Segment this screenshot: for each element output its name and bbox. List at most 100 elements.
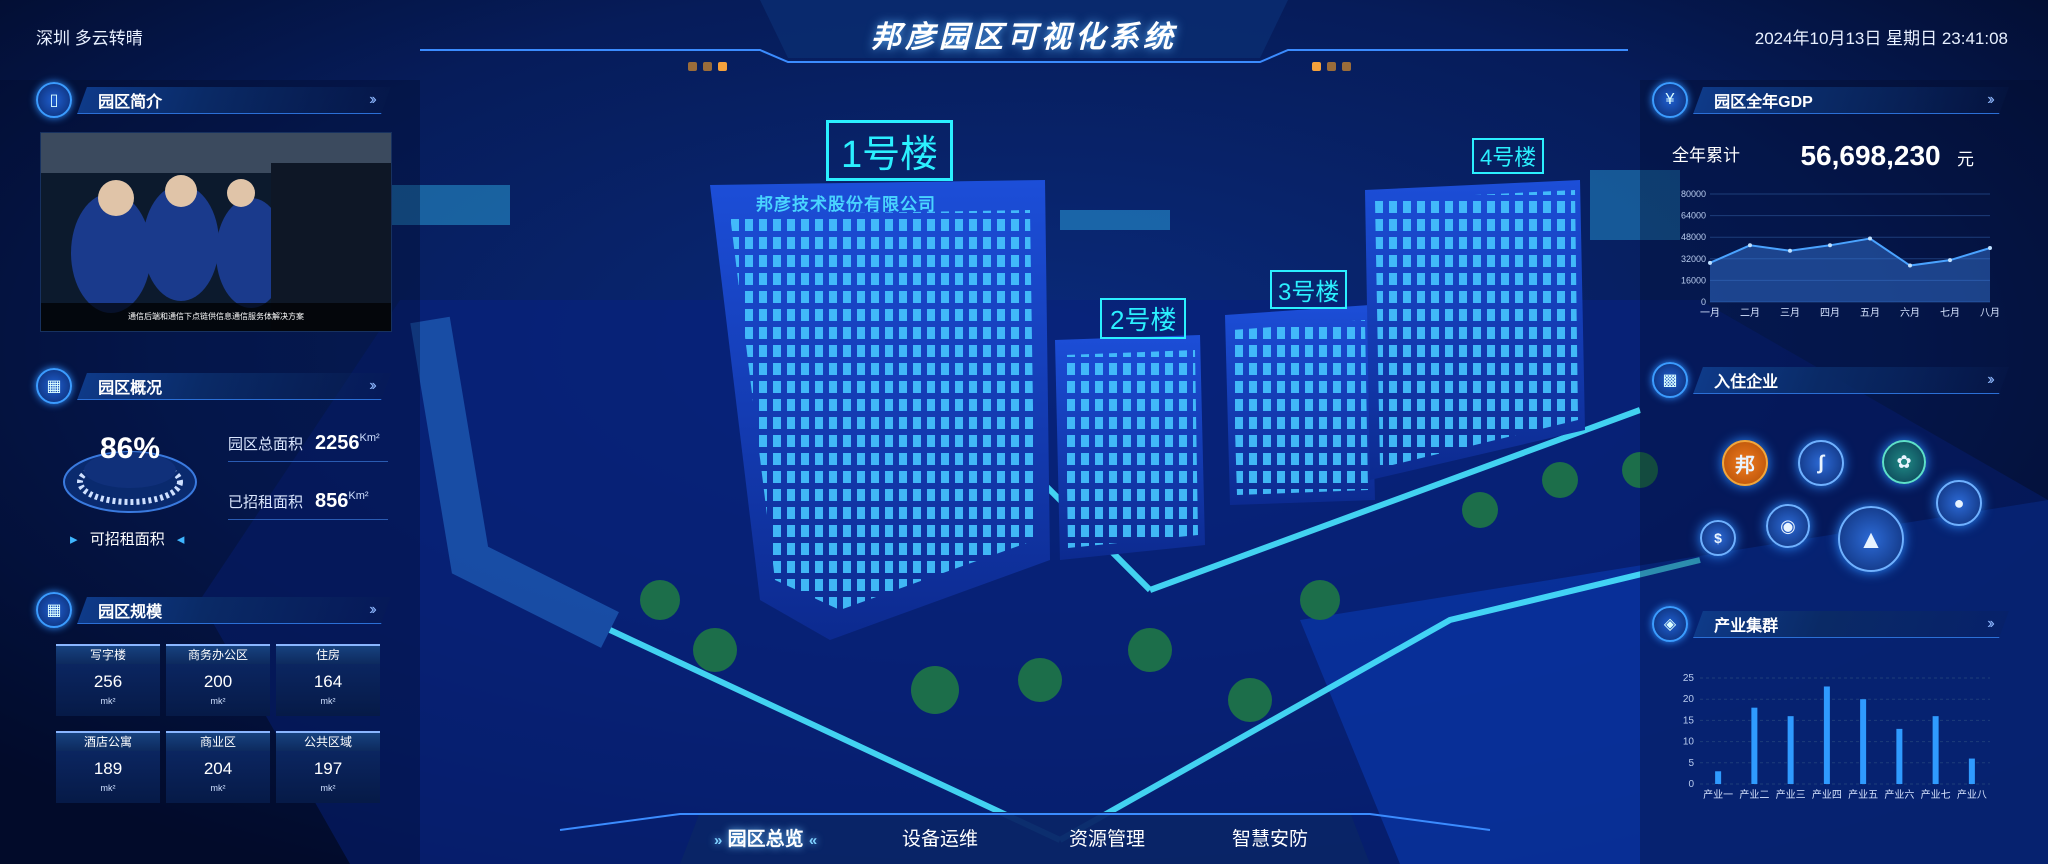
coin-icon: ¥ <box>1652 82 1688 118</box>
scale-value: 256 <box>93 672 123 691</box>
x-tick-label: 七月 <box>1940 307 1960 319</box>
y-tick-label: 48000 <box>1681 232 1706 242</box>
datetime: 2024年10月13日 星期日 23:41:08 <box>1754 29 2008 48</box>
scale-unit: mk² <box>210 783 226 793</box>
scale-label: 住房 <box>276 644 380 664</box>
building-icon: ▦ <box>36 368 72 404</box>
x-tick-label: 三月 <box>1780 307 1800 319</box>
scale-card-office: 写字楼 256 mk² <box>56 644 160 716</box>
gdp-point <box>1948 258 1952 263</box>
expand-arrows-icon[interactable]: ›› <box>1988 371 1993 389</box>
chevron-right-icon: » <box>714 832 723 849</box>
y-tick-label: 15 <box>1683 715 1695 726</box>
scale-label: 商业区 <box>166 731 270 751</box>
rented-area-row: 已招租面积 856Km² <box>228 490 388 520</box>
scale-label: 写字楼 <box>56 644 160 664</box>
y-tick-label: 80000 <box>1681 189 1706 199</box>
gdp-point <box>1748 243 1752 248</box>
x-tick-label: 五月 <box>1860 307 1880 319</box>
x-tick-label: 产业七 <box>1921 788 1951 801</box>
building-4-label[interactable]: 4号楼 <box>1472 138 1545 174</box>
enterprise-logo-feather-icon[interactable]: ▲ <box>1838 506 1904 572</box>
industry-bar <box>1896 728 1903 784</box>
scale-card-hotel: 酒店公寓 189 mk² <box>56 731 160 803</box>
scale-title: 园区规模 <box>98 603 163 621</box>
scale-label: 公共区域 <box>276 731 380 751</box>
scale-unit: mk² <box>210 696 226 706</box>
y-tick-label: 5 <box>1688 758 1694 769</box>
x-tick-label: 产业六 <box>1884 788 1914 801</box>
total-area-unit: Km² <box>359 432 380 444</box>
building-1-sign: 邦彦技术股份有限公司 <box>756 195 936 214</box>
nav-overview[interactable]: » 园区总览 « <box>714 824 817 851</box>
expand-arrows-icon[interactable]: ›› <box>1988 615 1993 633</box>
enterprise-logo-leaf-icon[interactable]: ✿ <box>1882 440 1926 484</box>
industry-bar <box>1860 699 1867 784</box>
nav-equipment[interactable]: 设备运维 <box>902 824 978 851</box>
expand-arrows-icon[interactable]: ›› <box>370 377 375 395</box>
cube-icon: ◈ <box>1652 606 1688 642</box>
gdp-point <box>1788 248 1792 253</box>
enterprises-panel-header: ▩ 入住企业 ›› <box>1652 362 2009 398</box>
nav-resources[interactable]: 资源管理 <box>1069 824 1145 851</box>
enterprise-logo-s-icon[interactable]: ∫ <box>1798 440 1844 486</box>
scale-panel-header: ▦ 园区规模 ›› <box>36 592 391 628</box>
scale-value: 197 <box>313 759 343 778</box>
x-tick-label: 产业四 <box>1812 788 1842 801</box>
scale-label: 酒店公寓 <box>56 731 160 751</box>
gdp-total-row: 全年累计 56,698,230 元 <box>1672 140 2002 172</box>
scale-unit: mk² <box>320 696 336 706</box>
gdp-title: 园区全年GDP <box>1714 93 1813 111</box>
gdp-point <box>1868 236 1872 241</box>
y-tick-label: 64000 <box>1681 211 1706 221</box>
enterprise-logo-bangyan[interactable]: 邦 <box>1722 440 1768 486</box>
y-tick-label: 0 <box>1701 297 1706 307</box>
chevron-left-icon: « <box>808 832 818 849</box>
gdp-total-unit: 元 <box>1957 150 1975 169</box>
expand-arrows-icon[interactable]: ›› <box>370 601 375 619</box>
x-tick-label: 产业三 <box>1776 788 1806 801</box>
scale-card-housing: 住房 164 mk² <box>276 644 380 716</box>
video-frame <box>41 133 391 331</box>
x-tick-label: 六月 <box>1900 307 1920 319</box>
intro-panel-header: ▯ 园区简介 ›› <box>36 82 391 118</box>
x-tick-label: 一月 <box>1700 307 1720 319</box>
gdp-total-value: 56,698,230 <box>1800 140 1941 171</box>
enterprise-logo-github-icon[interactable]: ◉ <box>1766 504 1810 548</box>
gdp-point <box>1708 260 1712 265</box>
bottom-nav: » 园区总览 « 设备运维 资源管理 智慧安防 <box>680 810 1370 864</box>
intro-title: 园区简介 <box>98 93 163 111</box>
x-tick-label: 二月 <box>1740 307 1760 319</box>
rented-area-label: 已招租面积 <box>228 494 304 511</box>
y-tick-label: 10 <box>1683 737 1695 748</box>
y-tick-label: 16000 <box>1681 275 1706 285</box>
building-2-label[interactable]: 2号楼 <box>1100 298 1187 339</box>
gdp-total-label: 全年累计 <box>1672 146 1740 165</box>
industry-bar <box>1751 707 1758 784</box>
building-1-label[interactable]: 1号楼 <box>826 120 954 181</box>
enterprise-logo-dollar-icon[interactable]: $ <box>1700 520 1736 556</box>
enterprise-logo-cat-icon[interactable]: ● <box>1936 480 1982 526</box>
header-dots-left <box>688 58 733 76</box>
gdp-area-chart: 0 16000 32000 48000 64000 80000 一月 二月 三月 四月 五月 六月 七月… <box>1681 189 2000 319</box>
expand-arrows-icon[interactable]: ›› <box>370 91 375 109</box>
x-tick-label: 八月 <box>1980 307 2000 319</box>
y-tick-label: 32000 <box>1681 254 1706 264</box>
intro-video[interactable]: 通信后端和通信下点链供信息通信服务体解决方案 <box>40 132 392 332</box>
x-tick-label: 产业五 <box>1848 788 1878 801</box>
scale-value: 200 <box>203 672 233 691</box>
caret-right-icon: ▸ <box>70 531 78 548</box>
gauge-caption: 可招租面积 <box>89 531 165 548</box>
x-tick-label: 四月 <box>1820 307 1840 319</box>
y-tick-label: 25 <box>1683 673 1695 684</box>
industry-title: 产业集群 <box>1714 617 1779 635</box>
enterprises-title: 入住企业 <box>1714 373 1779 391</box>
total-area-row: 园区总面积 2256Km² <box>228 432 388 462</box>
industry-bar <box>1968 758 1975 784</box>
nav-security[interactable]: 智慧安防 <box>1232 824 1308 851</box>
industry-bar <box>1932 716 1939 784</box>
expand-arrows-icon[interactable]: ›› <box>1988 91 1993 109</box>
rented-area-value: 856 <box>315 490 349 512</box>
building-3-label[interactable]: 3号楼 <box>1270 270 1348 309</box>
header-dots-right <box>1312 58 1357 76</box>
